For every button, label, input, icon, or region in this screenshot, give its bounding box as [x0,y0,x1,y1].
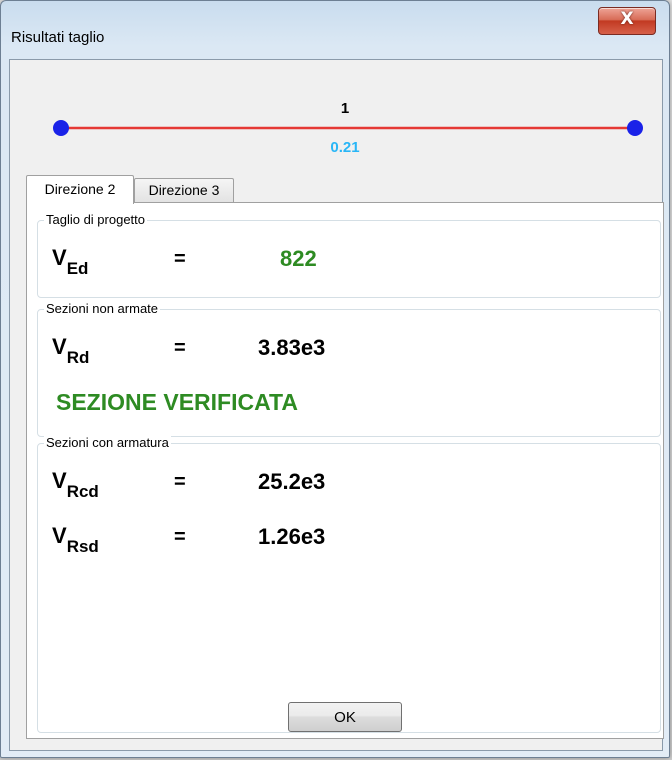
tab-direzione-3[interactable]: Direzione 3 [134,178,234,203]
equals-sign: = [174,248,186,270]
start-node-icon[interactable] [53,120,69,136]
v-rd-symbol: VRd [52,334,90,367]
ok-button[interactable]: OK [288,702,402,732]
group-label: Taglio di progetto [44,212,148,227]
dialog-window: Risultati taglio X 1 0.21 Direzione 2 Di… [0,0,670,758]
dialog-client-area: 1 0.21 Direzione 2 Direzione 3 Taglio di… [9,59,664,751]
v-rsd-value: 1.26e3 [258,524,326,549]
title-bar[interactable]: Risultati taglio X [1,1,669,59]
equals-sign: = [174,471,186,493]
equals-sign: = [174,337,186,359]
v-rcd-value: 25.2e3 [258,469,326,494]
group-label: Sezioni con armatura [44,435,171,450]
close-button[interactable]: X [598,7,656,35]
tab-page: Taglio di progetto VEd = 822 Sezioni non… [26,202,664,739]
v-rsd-symbol: VRsd [52,523,99,556]
tab-label: Direzione 2 [44,181,116,197]
tab-label: Direzione 3 [148,182,220,198]
reinforced-group: Sezioni con armatura VRcd = 25.2e3 VRsd … [37,435,661,733]
design-shear-group: Taglio di progetto VEd = 822 [37,212,661,298]
segment-value: 0.21 [330,139,360,156]
equals-sign: = [174,526,186,548]
end-node-icon[interactable] [627,120,643,136]
v-ed-symbol: VEd [52,245,89,278]
v-rd-value: 3.83e3 [258,335,326,360]
group-label: Sezioni non armate [44,301,161,316]
close-icon: X [620,9,634,29]
v-rcd-symbol: VRcd [52,468,99,501]
v-ed-value: 822 [280,246,317,271]
verification-status: SEZIONE VERIFICATA [56,389,298,415]
segment-number: 1 [340,100,350,117]
tab-direzione-2[interactable]: Direzione 2 [26,175,134,204]
window-title: Risultati taglio [11,29,105,46]
unreinforced-group: Sezioni non armate VRd = 3.83e3 SEZIONE … [37,301,661,437]
